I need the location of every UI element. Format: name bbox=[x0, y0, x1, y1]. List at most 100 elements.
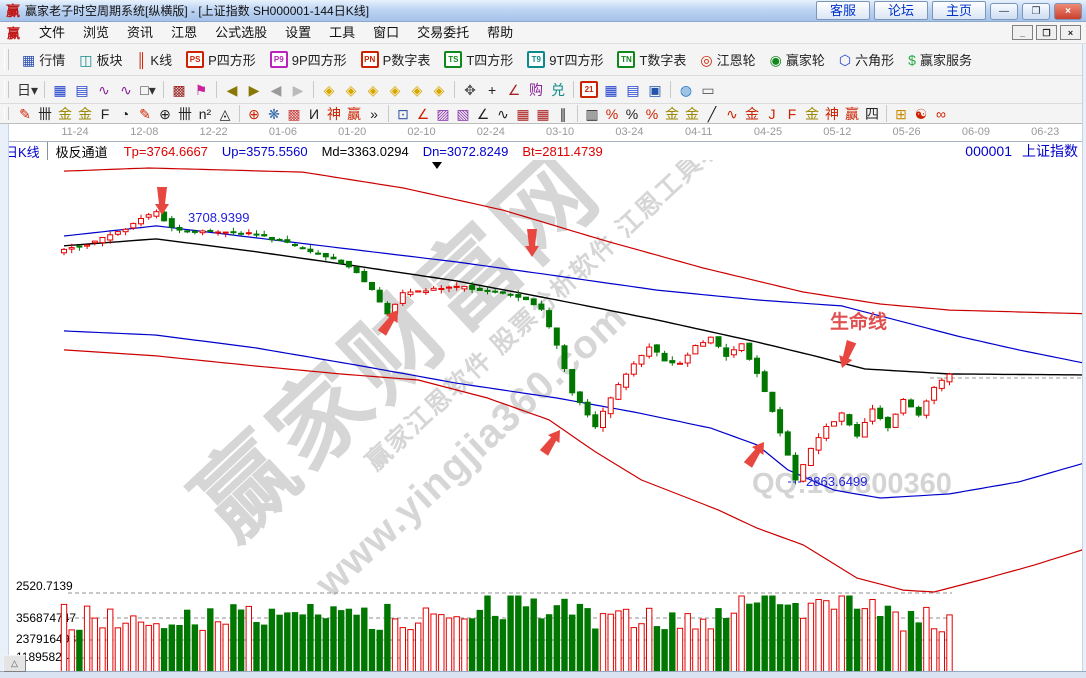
menu-item-7[interactable]: 工具 bbox=[320, 22, 364, 43]
swap-tool-icon[interactable]: 兑 bbox=[547, 80, 569, 100]
percent-line-icon[interactable]: % bbox=[642, 106, 662, 122]
si-angle-icon[interactable]: 四 bbox=[862, 106, 882, 122]
n-squared-icon[interactable]: n² bbox=[195, 106, 215, 122]
data-grid-icon[interactable]: ▦ bbox=[600, 80, 622, 100]
grid-red2-icon[interactable]: ▦ bbox=[533, 106, 553, 122]
menu-item-6[interactable]: 设置 bbox=[276, 22, 320, 43]
menu-item-4[interactable]: 江恩 bbox=[162, 22, 206, 43]
gann-grid-purple-icon[interactable]: ▨ bbox=[433, 106, 453, 122]
diamond-expand-icon[interactable]: ◈ bbox=[362, 80, 384, 100]
grid-red-icon[interactable]: ▦ bbox=[513, 106, 533, 122]
ying-angle-red-icon[interactable]: 赢 bbox=[842, 106, 862, 122]
snowflake-grid-icon[interactable]: ❋ bbox=[264, 106, 284, 122]
save-icon[interactable]: ▣ bbox=[644, 80, 666, 100]
menu-item-3[interactable]: 资讯 bbox=[118, 22, 162, 43]
t-digit-table-button[interactable]: TN T数字表 bbox=[610, 50, 693, 69]
price-table-icon[interactable]: ▥ bbox=[582, 106, 602, 122]
print-icon[interactable]: ▭ bbox=[697, 80, 719, 100]
layout-grid-icon[interactable]: ▦ bbox=[49, 80, 71, 100]
circle-grid-icon[interactable]: ⊕ bbox=[155, 106, 175, 122]
gann-fan-purple-icon[interactable]: ▧ bbox=[453, 106, 473, 122]
gann-fan-red-icon[interactable]: ∠ bbox=[413, 106, 433, 122]
period-day-dropdown[interactable]: 日▾ bbox=[15, 80, 40, 100]
diamond-cross-icon[interactable]: ◈ bbox=[428, 80, 450, 100]
j-angle-red-icon[interactable]: J bbox=[762, 106, 782, 122]
winner-service-button[interactable]: $ 赢家服务 bbox=[901, 50, 979, 69]
box-grid-icon[interactable]: ⊡ bbox=[393, 106, 413, 122]
gold-circle-icon[interactable]: 金 bbox=[662, 106, 682, 122]
percent-icon[interactable]: % bbox=[622, 106, 642, 122]
gold-ruler2-icon[interactable]: 金 bbox=[75, 106, 95, 122]
mdi-minimize-button[interactable]: _ bbox=[1012, 25, 1033, 40]
step-line-3-icon[interactable]: ∿ bbox=[93, 80, 115, 100]
angle-tool-icon[interactable]: ◬ bbox=[215, 106, 235, 122]
next-bar-icon[interactable]: ▶ bbox=[287, 80, 309, 100]
mdi-close-button[interactable]: × bbox=[1060, 25, 1081, 40]
menu-item-10[interactable]: 帮助 bbox=[478, 22, 522, 43]
kline-button[interactable]: ║ K线 bbox=[130, 50, 180, 69]
t-square-button[interactable]: TS T四方形 bbox=[437, 50, 520, 69]
hexagon-button[interactable]: ⬡ 六角形 bbox=[832, 50, 901, 69]
step-line-9-icon[interactable]: ∿ bbox=[115, 80, 137, 100]
prev-bar-icon[interactable]: ◀ bbox=[265, 80, 287, 100]
diamond-star-icon[interactable]: ◈ bbox=[406, 80, 428, 100]
gold-angle-red-icon[interactable]: 金 bbox=[742, 106, 762, 122]
report-icon[interactable]: ▤ bbox=[622, 80, 644, 100]
menu-item-8[interactable]: 窗口 bbox=[364, 22, 408, 43]
pan-hand-icon[interactable]: ✥ bbox=[459, 80, 481, 100]
p-digit-table-button[interactable]: PN P数字表 bbox=[354, 50, 438, 69]
menu-item-1[interactable]: 文件 bbox=[30, 22, 74, 43]
trend-angle-icon[interactable]: ∠ bbox=[473, 106, 493, 122]
percent-angle-red-icon[interactable]: % bbox=[602, 106, 622, 122]
notes-icon[interactable]: ▤ bbox=[71, 80, 93, 100]
draw-angle-icon[interactable]: ╱ bbox=[702, 106, 722, 122]
titlebar-link-3[interactable]: 主页 bbox=[931, 1, 986, 20]
ruler-marks-icon[interactable]: 卌 bbox=[35, 106, 55, 122]
crosshair-icon[interactable]: + bbox=[481, 80, 503, 100]
ruler2-icon[interactable]: 卌 bbox=[175, 106, 195, 122]
first-bar-icon[interactable]: ◀ bbox=[221, 80, 243, 100]
winner-wheel-button[interactable]: ◉ 赢家轮 bbox=[763, 50, 832, 69]
9t-square-button[interactable]: T9 9T四方形 bbox=[520, 50, 610, 69]
minimize-button[interactable]: — bbox=[990, 3, 1018, 21]
sector-button[interactable]: ◫ 板块 bbox=[72, 50, 129, 69]
9p-square-button[interactable]: P9 9P四方形 bbox=[263, 50, 354, 69]
color-grid-icon[interactable]: ⊞ bbox=[891, 106, 911, 122]
diamond-left-icon[interactable]: ◈ bbox=[318, 80, 340, 100]
gold-angle-icon[interactable]: 金 bbox=[802, 106, 822, 122]
shen-tool-icon[interactable]: 神 bbox=[324, 106, 344, 122]
f-ruler-icon[interactable]: F bbox=[95, 106, 115, 122]
flag-icon[interactable]: ⚑ bbox=[190, 80, 212, 100]
wave-mark-icon[interactable]: И bbox=[304, 106, 324, 122]
compass-pen-icon[interactable]: ✎ bbox=[135, 106, 155, 122]
close-button[interactable]: × bbox=[1054, 3, 1082, 21]
menu-item-9[interactable]: 交易委托 bbox=[408, 22, 478, 43]
titlebar-link-1[interactable]: 客服 bbox=[815, 1, 870, 20]
f-angle-red-icon[interactable]: F bbox=[782, 106, 802, 122]
menu-item-2[interactable]: 浏览 bbox=[74, 22, 118, 43]
ying-tool-icon[interactable]: 赢 bbox=[344, 106, 364, 122]
menu-item-5[interactable]: 公式选股 bbox=[206, 22, 276, 43]
calendar-21-icon[interactable]: 21 bbox=[578, 80, 600, 100]
last-bar-icon[interactable]: ▶ bbox=[243, 80, 265, 100]
gold-line-icon[interactable]: 金 bbox=[682, 106, 702, 122]
restore-button[interactable]: ❐ bbox=[1022, 3, 1050, 21]
p-square-button[interactable]: PS P四方形 bbox=[179, 50, 263, 69]
target-cross-icon[interactable]: ⊕ bbox=[244, 106, 264, 122]
web-icon[interactable]: ◍ bbox=[675, 80, 697, 100]
wave-angle-red-icon[interactable]: ∿ bbox=[722, 106, 742, 122]
parallel-lines-icon[interactable]: ∥ bbox=[553, 106, 573, 122]
more-tools-icon[interactable]: » bbox=[364, 106, 384, 122]
web-grid-icon[interactable]: ▩ bbox=[284, 106, 304, 122]
kline-chart-canvas[interactable]: 赢家财富网赢家江恩软件 股票分析软件 江恩工具软件www.yingjia360.… bbox=[0, 160, 1086, 678]
gold-ruler-icon[interactable]: 金 bbox=[55, 106, 75, 122]
spiral-tool-icon[interactable]: ◔ bbox=[115, 106, 135, 122]
diamond-center-icon[interactable]: ◈ bbox=[384, 80, 406, 100]
titlebar-link-2[interactable]: 论坛 bbox=[873, 1, 928, 20]
wave-tool-icon[interactable]: ∿ bbox=[493, 106, 513, 122]
pattern-icon[interactable]: ▩ bbox=[168, 80, 190, 100]
diamond-right-icon[interactable]: ◈ bbox=[340, 80, 362, 100]
infinity-icon[interactable]: ∞ bbox=[931, 106, 951, 122]
gann-wheel-button[interactable]: ◎ 江恩轮 bbox=[693, 50, 762, 69]
bar-style-dropdown[interactable]: □▾ bbox=[137, 80, 159, 100]
